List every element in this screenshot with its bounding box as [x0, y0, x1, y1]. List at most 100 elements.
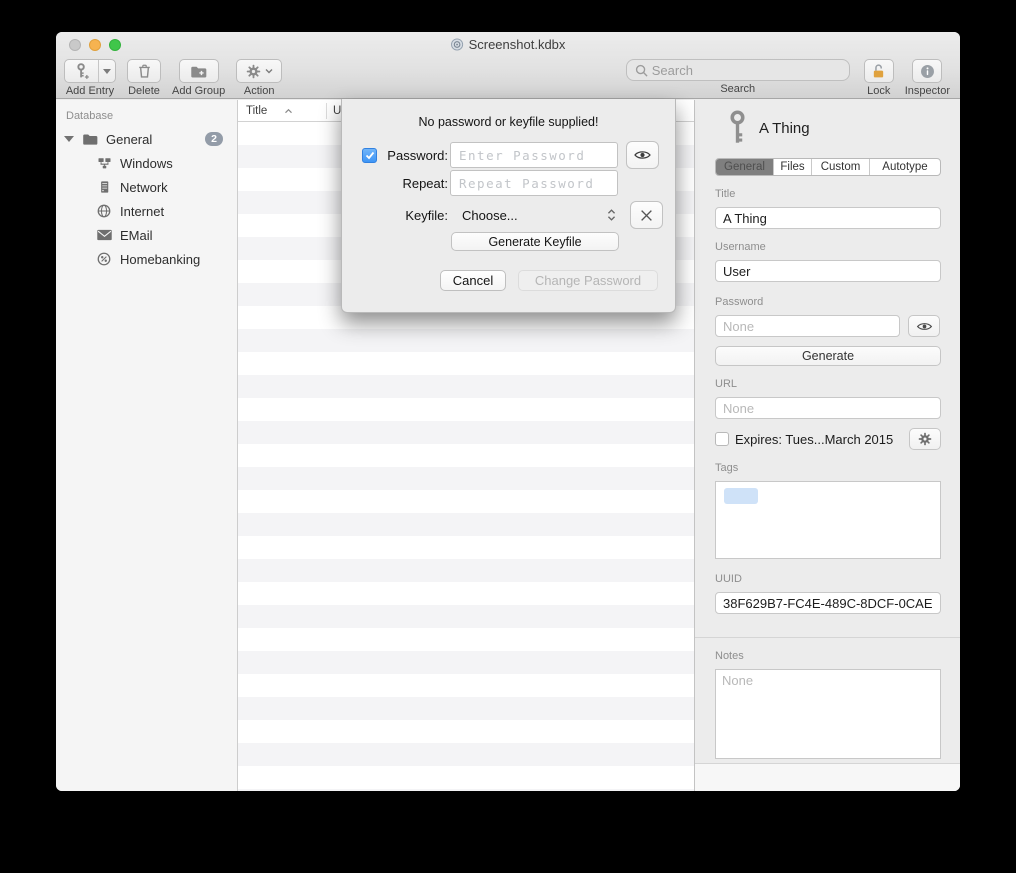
- chevron-down-icon: [265, 68, 273, 74]
- group-label: General: [106, 132, 152, 147]
- password-row: Password:: [342, 141, 675, 169]
- generate-password-button[interactable]: Generate: [715, 346, 941, 366]
- group-label: EMail: [120, 228, 153, 243]
- folder-icon: [81, 131, 99, 147]
- sidebar-item-internet[interactable]: Internet: [56, 199, 237, 223]
- inspector-panel: A Thing General Files Custom Autotype Ti…: [694, 100, 960, 791]
- change-password-button[interactable]: Change Password: [518, 270, 658, 291]
- stepper-chevrons-icon: [607, 208, 616, 222]
- sidebar-header: Database: [66, 110, 237, 122]
- lock-label: Lock: [867, 85, 890, 97]
- lock-item: Lock: [864, 59, 894, 97]
- inspector-label: Inspector: [905, 85, 950, 97]
- tab-autotype[interactable]: Autotype: [869, 159, 940, 175]
- column-header-title[interactable]: Title: [238, 105, 326, 117]
- x-icon: [640, 209, 653, 222]
- action-label: Action: [244, 85, 275, 97]
- inspector-button[interactable]: [912, 59, 942, 83]
- clear-keyfile-button[interactable]: [630, 201, 663, 229]
- sidebar-item-email[interactable]: EMail: [56, 223, 237, 247]
- repeat-label: Repeat:: [342, 176, 448, 191]
- folder-plus-icon: [189, 63, 208, 80]
- expires-label: Expires: Tues...March 2015: [735, 432, 893, 447]
- url-field[interactable]: [715, 397, 941, 419]
- password-label: Password:: [342, 148, 448, 163]
- envelope-icon: [95, 228, 113, 242]
- url-label: URL: [715, 378, 941, 390]
- desktop: Screenshot.kdbx: [0, 0, 1016, 873]
- eye-icon: [633, 149, 652, 161]
- titlebar: Screenshot.kdbx: [451, 37, 566, 52]
- username-field[interactable]: [715, 260, 941, 282]
- uuid-field[interactable]: [715, 592, 941, 614]
- notes-field[interactable]: [715, 669, 941, 759]
- inspector-item: Inspector: [905, 59, 950, 97]
- search-item: Search: [626, 59, 850, 95]
- chevron-down-icon: [103, 69, 111, 74]
- eye-icon: [916, 321, 933, 332]
- action-item: Action: [236, 59, 282, 97]
- padlock-open-icon: [870, 62, 887, 80]
- add-group-button[interactable]: [179, 59, 219, 83]
- sidebar-item-windows[interactable]: Windows: [56, 151, 237, 175]
- minimize-button[interactable]: [89, 39, 101, 51]
- add-entry-button[interactable]: [64, 59, 116, 83]
- repeat-row: Repeat:: [342, 169, 675, 197]
- search-input[interactable]: [652, 63, 841, 78]
- delete-button[interactable]: [127, 59, 161, 83]
- title-label: Title: [715, 188, 941, 200]
- expires-checkbox[interactable]: [715, 432, 729, 446]
- tag-pill[interactable]: [724, 488, 758, 504]
- repeat-input[interactable]: [450, 170, 618, 196]
- keyfile-select[interactable]: Choose...: [450, 202, 622, 228]
- workstations-icon: [95, 155, 113, 171]
- sidebar-item-network[interactable]: Network: [56, 175, 237, 199]
- cancel-button[interactable]: Cancel: [440, 270, 506, 291]
- password-input[interactable]: [450, 142, 618, 168]
- disclosure-triangle-icon[interactable]: [64, 136, 74, 142]
- expires-settings-button[interactable]: [909, 428, 941, 450]
- inspector-tabs: General Files Custom Autotype: [715, 158, 941, 176]
- tags-box[interactable]: [715, 481, 941, 559]
- close-button[interactable]: [69, 39, 81, 51]
- gear-icon: [246, 64, 261, 79]
- sheet-message: No password or keyfile supplied!: [342, 115, 675, 129]
- generate-keyfile-button[interactable]: Generate Keyfile: [451, 232, 619, 251]
- entry-title: A Thing: [759, 120, 810, 137]
- sidebar-item-general[interactable]: General 2: [56, 127, 237, 151]
- entry-count-badge: 2: [205, 132, 223, 146]
- group-label: Homebanking: [120, 252, 200, 267]
- sidebar-item-homebanking[interactable]: Homebanking: [56, 247, 237, 271]
- trash-icon: [136, 62, 153, 80]
- toolbar: Add Entry Delete: [56, 56, 960, 99]
- search-icon: [635, 64, 648, 77]
- delete-item: Delete: [127, 59, 161, 97]
- divider: [695, 637, 960, 638]
- key-icon: [727, 110, 748, 146]
- tab-general[interactable]: General: [716, 159, 773, 175]
- add-group-item: Add Group: [172, 59, 225, 97]
- add-entry-dropdown[interactable]: [98, 60, 115, 82]
- password-field[interactable]: [715, 315, 900, 337]
- tab-custom[interactable]: Custom: [811, 159, 869, 175]
- keyfile-row: Keyfile: Choose...: [342, 201, 675, 229]
- inspector-footer: [695, 763, 960, 791]
- info-icon: [919, 63, 936, 80]
- password-label: Password: [715, 296, 941, 308]
- search-field[interactable]: [626, 59, 850, 81]
- gear-icon: [918, 432, 932, 446]
- reveal-password-button[interactable]: [908, 315, 940, 337]
- notes-label: Notes: [715, 650, 941, 662]
- lock-button[interactable]: [864, 59, 894, 83]
- password-row: [715, 315, 941, 337]
- sort-ascending-icon: [284, 108, 322, 114]
- reveal-password-button[interactable]: [626, 141, 659, 169]
- title-field[interactable]: [715, 207, 941, 229]
- window-chrome: Screenshot.kdbx: [56, 32, 960, 99]
- password-checkbox[interactable]: [362, 148, 377, 163]
- zoom-button[interactable]: [109, 39, 121, 51]
- action-button[interactable]: [236, 59, 282, 83]
- document-icon: [451, 38, 464, 51]
- group-label: Internet: [120, 204, 164, 219]
- tab-files[interactable]: Files: [773, 159, 811, 175]
